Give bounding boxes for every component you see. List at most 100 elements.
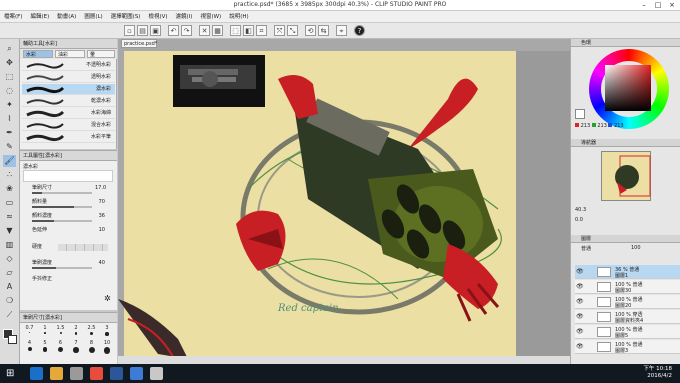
edge-icon[interactable] [30, 367, 43, 380]
menu-edit[interactable]: 編輯(E) [26, 11, 53, 23]
wand-tool-icon[interactable]: ✦ [3, 99, 16, 111]
deselect-icon[interactable]: ⬚ [230, 25, 241, 36]
menu-help[interactable]: 說明(H) [225, 11, 252, 23]
zoom-level[interactable]: 40.3 [575, 207, 586, 213]
prop-row[interactable]: 色延伸 10 [20, 226, 117, 235]
brush-item[interactable]: 水彩海綿 [22, 108, 115, 119]
menu-filter[interactable]: 濾鏡(I) [172, 11, 197, 23]
saturation-value-square[interactable] [605, 65, 651, 111]
navigator-thumbnail[interactable] [601, 151, 651, 201]
lasso-tool-icon[interactable]: ◌ [3, 85, 16, 97]
eraser-tool-icon[interactable]: ▭ [3, 197, 16, 209]
layer-row[interactable]: 👁 100 % 普通 圖層5 [575, 325, 680, 339]
figure-tool-icon[interactable]: ◇ [3, 253, 16, 265]
brush-item[interactable]: 透明水彩 [22, 72, 115, 83]
new-icon[interactable]: ▫ [124, 25, 135, 36]
store-icon[interactable] [70, 367, 83, 380]
brush-item[interactable]: 水彩平筆 [22, 132, 115, 143]
save-icon[interactable]: ▣ [150, 25, 161, 36]
clip-studio-icon[interactable] [150, 367, 163, 380]
flip-icon[interactable]: ⇆ [318, 25, 329, 36]
move-tool-icon[interactable]: ✥ [3, 57, 16, 69]
opacity-readout[interactable]: 100 [631, 245, 641, 251]
eye-icon[interactable]: 👁 [576, 343, 584, 350]
brush-size-preset[interactable]: 10 [100, 340, 115, 354]
brush-size-preset[interactable]: 0.7 [22, 325, 37, 336]
start-button-icon[interactable]: ⊞ [6, 367, 19, 380]
text-tool-icon[interactable]: A [3, 281, 16, 293]
zoom-tool-icon[interactable]: ⌕ [3, 43, 16, 55]
decoration-tool-icon[interactable]: ❀ [3, 183, 16, 195]
brush-size-preset[interactable]: 2 [69, 325, 84, 336]
maximize-button[interactable]: □ [652, 0, 664, 11]
prop-row[interactable]: 顏料濃度 36 [20, 212, 117, 222]
correct-line-tool-icon[interactable]: ⟋ [3, 309, 16, 321]
canvas-area[interactable]: Red captain [118, 39, 570, 364]
brush-size-preset[interactable]: 5 [38, 340, 53, 352]
main-color-chip[interactable] [575, 109, 585, 119]
invert-selection-icon[interactable]: ◧ [243, 25, 254, 36]
close-button[interactable]: × [666, 0, 678, 11]
sub-color-swatch[interactable] [8, 335, 17, 344]
brush-size-preset[interactable]: 6 [53, 340, 68, 352]
fill-icon[interactable]: ▦ [212, 25, 223, 36]
tab-oil[interactable]: 油彩 [55, 50, 85, 58]
brush-size-preset[interactable]: 4 [22, 340, 37, 351]
brush-size-preset[interactable]: 7 [69, 340, 84, 353]
brush-size-preset[interactable]: 1 [38, 325, 53, 336]
brush-size-preset[interactable]: 2.5 [84, 325, 99, 336]
brush-size-preset[interactable]: 8 [84, 340, 99, 353]
layer-row[interactable]: 👁 100 % 穿透 圖層資料夾4 [575, 310, 680, 324]
prop-row[interactable]: 手抖修正 [20, 275, 117, 284]
rotate-icon[interactable]: ⟲ [305, 25, 316, 36]
eye-icon[interactable]: 👁 [576, 298, 584, 305]
crop-icon[interactable]: ⌗ [256, 25, 267, 36]
menu-selection[interactable]: 選擇範圍(S) [107, 11, 145, 23]
document-tab[interactable]: practice.psd* [121, 39, 157, 48]
menu-file[interactable]: 檔案(F) [0, 11, 26, 23]
gradient-tool-icon[interactable]: ▥ [3, 239, 16, 251]
menu-animation[interactable]: 動畫(A) [53, 11, 80, 23]
eyedropper-tool-icon[interactable]: ⌇ [3, 113, 16, 125]
prop-row[interactable]: 筆刷濃度 40 [20, 259, 117, 269]
balloon-tool-icon[interactable]: ❍ [3, 295, 16, 307]
brush-item[interactable]: 乾濃水彩 [22, 96, 115, 107]
brush-size-preset[interactable]: 3 [100, 325, 115, 336]
brush-tool-icon[interactable]: 🖌 [3, 155, 16, 167]
prop-row[interactable]: 顏料量 70 [20, 198, 117, 208]
artwork-canvas[interactable]: Red captain [118, 39, 570, 364]
airbrush-tool-icon[interactable]: ∴ [3, 169, 16, 181]
brush-item[interactable]: 不透明水彩 [22, 60, 115, 71]
eye-icon[interactable]: 👁 [576, 268, 584, 275]
fill-tool-icon[interactable]: ▼ [3, 225, 16, 237]
scale-icon[interactable]: ⤡ [287, 25, 298, 36]
eye-icon[interactable]: 👁 [576, 328, 584, 335]
blend-mode-select[interactable]: 普通 [581, 245, 591, 252]
prop-row[interactable]: 筆刷尺寸 17.0 [20, 184, 117, 194]
menu-layer[interactable]: 圖層(L) [80, 11, 106, 23]
layer-row[interactable]: 👁 36 % 普通 圖層1 [575, 265, 680, 279]
clear-icon[interactable]: ✕ [199, 25, 210, 36]
brush-item-selected[interactable]: 濃水彩 [22, 84, 115, 95]
menu-window[interactable]: 視窗(W) [196, 11, 225, 23]
tab-blur[interactable]: 暈 [87, 50, 115, 58]
explorer-icon[interactable] [50, 367, 63, 380]
pencil-tool-icon[interactable]: ✎ [3, 141, 16, 153]
settings-icon[interactable]: ✲ [104, 294, 111, 303]
brush-size-preset[interactable]: 1.5 [53, 325, 68, 336]
prop-row[interactable]: 硬度 [20, 243, 117, 252]
eye-icon[interactable]: 👁 [576, 313, 584, 320]
eye-icon[interactable]: 👁 [576, 283, 584, 290]
word-icon[interactable] [110, 367, 123, 380]
undo-icon[interactable]: ↶ [168, 25, 179, 36]
tab-watercolor[interactable]: 水彩 [23, 50, 53, 58]
snap-icon[interactable]: ⌖ [336, 25, 347, 36]
pen-tool-icon[interactable]: ✒ [3, 127, 16, 139]
chrome-icon[interactable] [90, 367, 103, 380]
transform-icon[interactable]: ⤧ [274, 25, 285, 36]
menu-view[interactable]: 檢視(V) [144, 11, 171, 23]
help-icon[interactable]: ? [354, 25, 365, 36]
open-icon[interactable]: ▤ [137, 25, 148, 36]
brush-item[interactable]: 混合水彩 [22, 120, 115, 131]
layer-row[interactable]: 👁 100 % 普通 圖層3 [575, 340, 680, 354]
